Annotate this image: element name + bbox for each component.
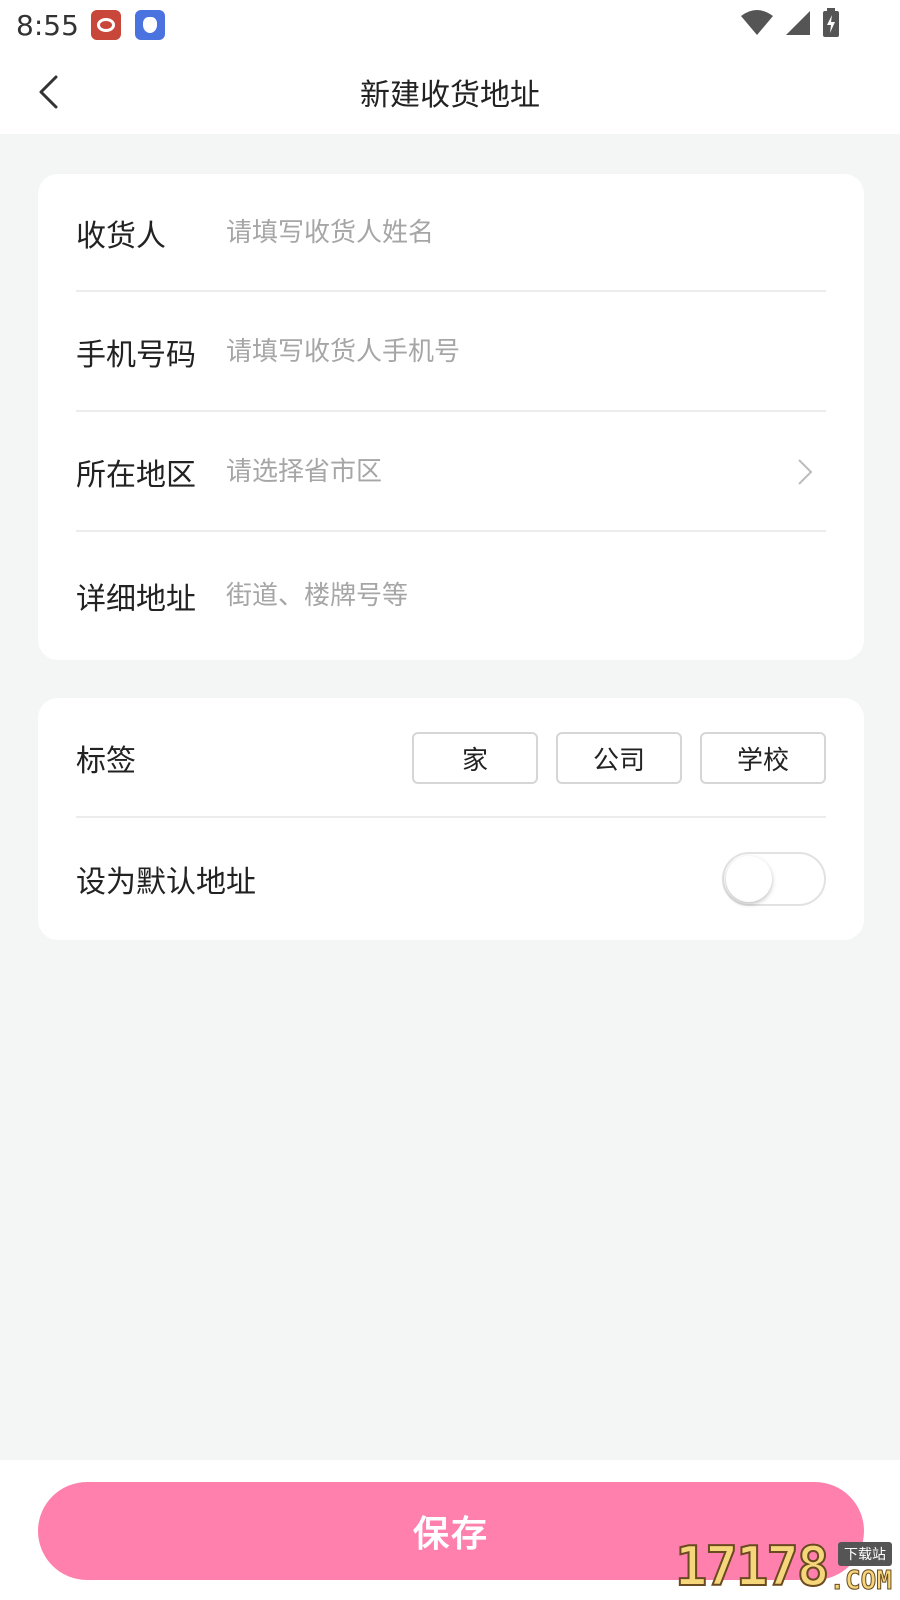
battery-charging-icon (823, 8, 839, 37)
watermark-suffix: .COM (829, 1566, 893, 1596)
receiver-row: 收货人 (76, 174, 826, 292)
tag-company[interactable]: 公司 (556, 732, 682, 784)
tag-home[interactable]: 家 (412, 732, 538, 784)
default-address-label: 设为默认地址 (76, 865, 256, 900)
wifi-icon (741, 10, 773, 35)
tag-school[interactable]: 学校 (700, 732, 826, 784)
watermark-logo: 17178 下载站 .COM (674, 1535, 893, 1598)
address-form-card: 收货人 手机号码 所在地区 详细地址 (38, 174, 864, 660)
bird-app-icon (134, 10, 165, 40)
detail-address-label: 详细地址 (76, 582, 196, 617)
watermark-tag: 下载站 (838, 1542, 892, 1566)
status-bar: 8:55 (0, 0, 900, 50)
toggle-knob (726, 856, 772, 902)
chevron-left-icon (39, 75, 58, 109)
receiver-label: 收货人 (76, 219, 166, 254)
tag-row: 标签 家 公司 学校 (76, 698, 826, 818)
tag-group: 家 公司 学校 (412, 732, 826, 784)
phone-input[interactable] (226, 337, 826, 367)
page-title: 新建收货地址 (360, 78, 540, 113)
detail-address-input[interactable] (226, 581, 826, 611)
chevron-right-icon (790, 457, 820, 487)
cell-signal-icon (786, 11, 810, 35)
default-address-row: 设为默认地址 (76, 818, 826, 940)
watermark-digits: 17178 (674, 1535, 831, 1598)
status-time: 8:55 (16, 8, 79, 42)
detail-address-row: 详细地址 (76, 532, 826, 660)
page: 8:55 新建收货地址 收货人 请填写收货人姓名 手机号码 请填写收货人手机号 … (0, 0, 900, 1600)
status-icons (740, 8, 840, 38)
region-label: 所在地区 (76, 458, 196, 493)
weibo-icon (90, 10, 121, 40)
phone-label: 手机号码 (76, 338, 196, 373)
back-button[interactable] (24, 68, 72, 116)
default-address-toggle[interactable] (722, 852, 826, 906)
region-select-input[interactable] (226, 457, 790, 487)
phone-row: 手机号码 (76, 292, 826, 412)
receiver-name-input[interactable] (226, 218, 826, 248)
watermark-side: 下载站 .COM (829, 1542, 893, 1596)
region-row[interactable]: 所在地区 (76, 412, 826, 532)
nav-bar: 新建收货地址 (0, 50, 900, 134)
tag-label: 标签 (76, 744, 136, 779)
address-options-card: 标签 家 公司 学校 设为默认地址 (38, 698, 864, 940)
